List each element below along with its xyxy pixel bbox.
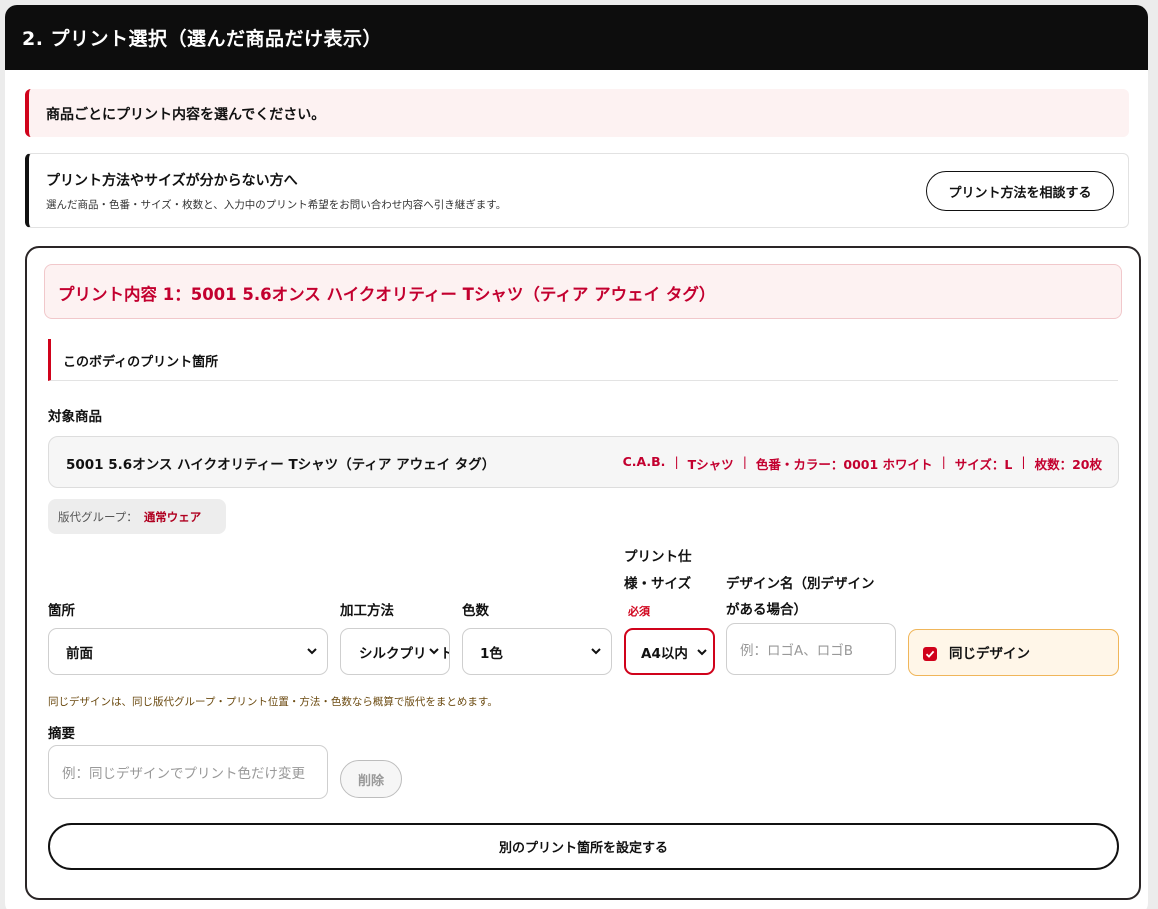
product-meta-size: サイズ：L <box>954 457 1013 472</box>
spec-select[interactable]: A4以内 <box>624 628 715 675</box>
colors-select[interactable]: 1色 <box>462 628 612 675</box>
colors-label: 色数 <box>462 603 489 619</box>
product-meta-quantity: 枚数：20枚 <box>1034 457 1102 472</box>
plate-group-badge: 版代グループ： 通常ウェア <box>48 499 226 534</box>
same-design-toggle[interactable]: 同じデザイン <box>908 629 1119 676</box>
summary-label: 摘要 <box>48 726 75 742</box>
spec-label-line2: 様・サイズ <box>624 576 692 592</box>
delete-button[interactable]: 削除 <box>340 760 402 798</box>
product-name: 5001 5.6オンス ハイクオリティー Tシャツ（ティア アウェイ タグ） <box>66 457 496 473</box>
same-design-label: 同じデザイン <box>949 646 1030 662</box>
consult-description: 選んだ商品・色番・サイズ・枚数と、入力中のプリント希望をお問い合わせ内容へ引き継… <box>46 199 507 211</box>
method-label: 加工方法 <box>340 603 394 619</box>
location-label: 箇所 <box>48 603 75 619</box>
notice-text: 商品ごとにプリント内容を選んでください。 <box>46 107 326 123</box>
consult-box: プリント方法やサイズが分からない方へ 選んだ商品・色番・サイズ・枚数と、入力中の… <box>25 153 1129 228</box>
consult-print-method-button[interactable]: プリント方法を相談する <box>926 171 1114 211</box>
panel-title: 2. プリント選択（選んだ商品だけ表示） <box>22 28 383 50</box>
same-design-hint: 同じデザインは、同じ版代グループ・プリント位置・方法・色数なら概算で版代をまとめ… <box>48 696 498 708</box>
design-name-label-line1: デザイン名（別デザイン <box>726 576 875 592</box>
design-name-input[interactable]: 例：ロゴA、ロゴB <box>726 623 896 675</box>
plate-group-value: 通常ウェア <box>143 509 202 524</box>
target-product-box: 5001 5.6オンス ハイクオリティー Tシャツ（ティア アウェイ タグ） C… <box>48 436 1119 488</box>
checkmark-icon <box>925 650 935 658</box>
location-select-value: 前面 <box>66 645 93 662</box>
print-item-heading-text: プリント内容 1：5001 5.6オンス ハイクオリティー Tシャツ（ティア ア… <box>58 285 716 304</box>
print-selection-panel: 2. プリント選択（選んだ商品だけ表示） 商品ごとにプリント内容を選んでください… <box>5 5 1148 909</box>
spec-label-line1: プリント仕 <box>624 549 692 565</box>
location-select[interactable]: 前面 <box>48 628 328 675</box>
chevron-down-icon <box>695 644 709 660</box>
meta-separator: | <box>941 454 946 469</box>
summary-input[interactable]: 例：同じデザインでプリント色だけ変更 <box>48 745 328 799</box>
print-item-heading: プリント内容 1：5001 5.6オンス ハイクオリティー Tシャツ（ティア ア… <box>44 264 1122 319</box>
chevron-down-icon <box>307 648 317 655</box>
design-name-label-line2: がある場合） <box>726 602 807 618</box>
product-meta-category: Tシャツ <box>687 457 734 472</box>
chevron-down-icon <box>591 648 601 655</box>
section-label: このボディのプリント箇所 <box>48 339 1118 381</box>
panel-header: 2. プリント選択（選んだ商品だけ表示） <box>5 5 1148 70</box>
meta-separator: | <box>1021 454 1026 469</box>
spec-select-value: A4以内 <box>641 645 688 662</box>
chevron-down-icon <box>427 643 441 659</box>
product-meta-color: 色番・カラー：0001 ホワイト <box>755 457 933 472</box>
add-print-location-button[interactable]: 別のプリント箇所を設定する <box>48 823 1119 870</box>
plate-group-label: 版代グループ： <box>58 509 138 524</box>
same-design-checkbox[interactable] <box>923 647 937 661</box>
section-label-text: このボディのプリント箇所 <box>63 355 219 370</box>
print-item-card: プリント内容 1：5001 5.6オンス ハイクオリティー Tシャツ（ティア ア… <box>25 246 1141 900</box>
instruction-notice: 商品ごとにプリント内容を選んでください。 <box>25 89 1129 137</box>
method-select[interactable]: シルクプリント <box>340 628 450 675</box>
product-meta-brand: C.A.B. <box>622 454 666 469</box>
target-product-label: 対象商品 <box>48 409 102 425</box>
colors-select-value: 1色 <box>480 645 503 662</box>
meta-separator: | <box>674 454 679 469</box>
consult-title: プリント方法やサイズが分からない方へ <box>46 173 298 189</box>
product-meta: C.A.B. | Tシャツ | 色番・カラー：0001 ホワイト | サイズ：L… <box>623 454 1102 473</box>
meta-separator: | <box>742 454 747 469</box>
required-badge: 必須 <box>628 605 650 618</box>
